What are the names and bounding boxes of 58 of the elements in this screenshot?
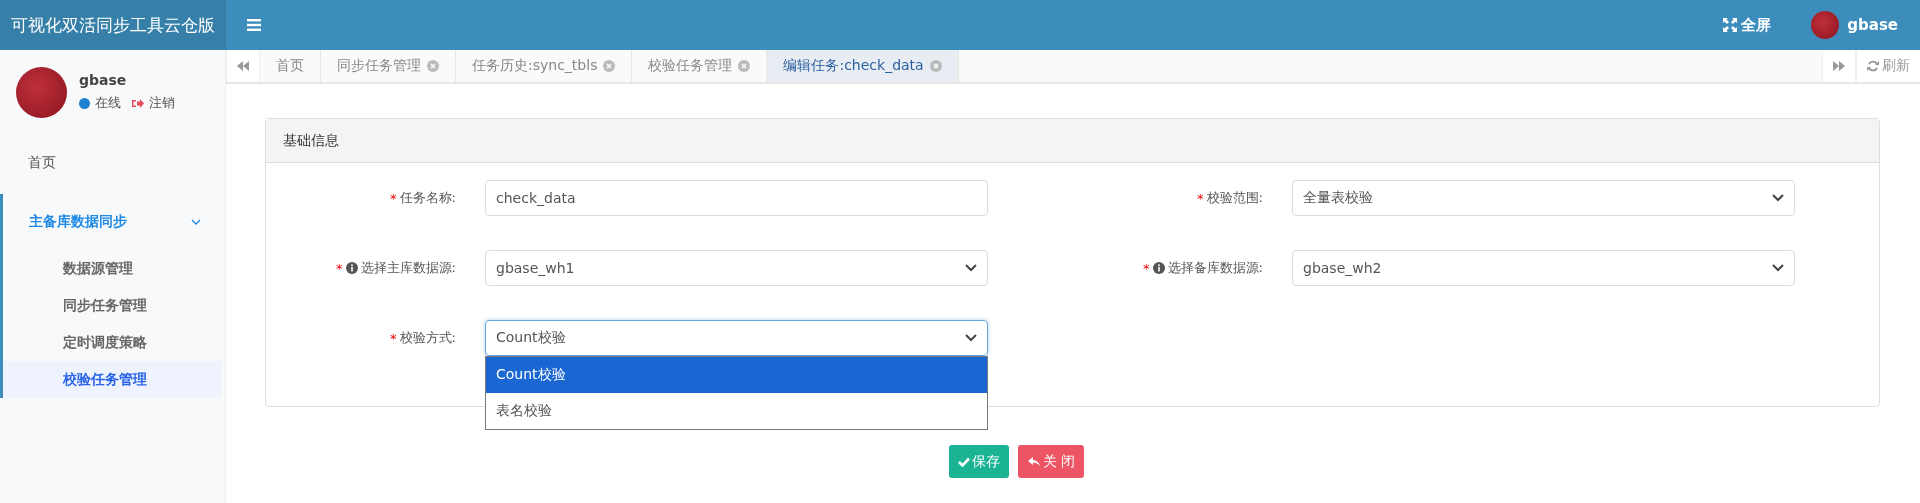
close-icon[interactable]	[427, 60, 439, 72]
submenu-item[interactable]: 校验任务管理	[3, 361, 221, 398]
chevron-icon	[191, 219, 201, 225]
submenu-item[interactable]: 定时调度策略	[3, 324, 221, 361]
chevron-icon	[965, 334, 977, 342]
dropdown-option[interactable]: Count校验	[486, 357, 987, 393]
close-icon[interactable]	[738, 60, 751, 72]
status-text: 在线	[95, 94, 121, 112]
fullscreen-link[interactable]: 全屏	[1741, 15, 1772, 35]
tab[interactable]: 首页	[260, 50, 321, 82]
text-input[interactable]: check_data	[485, 180, 988, 216]
field-label: * 校验范围:	[1196, 189, 1263, 207]
reply-arrow-icon	[1027, 456, 1041, 467]
check-icon	[958, 456, 970, 467]
avatar	[16, 66, 67, 118]
required-mark: *	[1143, 260, 1150, 276]
info-icon	[1152, 262, 1165, 274]
chevron-icon	[1772, 264, 1784, 272]
field-label: * 选择主库数据源:	[335, 259, 456, 277]
close-icon[interactable]	[603, 60, 616, 72]
user-name[interactable]: gbase	[1847, 16, 1898, 34]
required-mark: *	[390, 330, 397, 346]
close-icon[interactable]	[929, 60, 942, 72]
chevron-icon	[1772, 194, 1784, 202]
logout-icon	[132, 97, 144, 109]
scroll-right-button[interactable]	[1822, 50, 1856, 82]
avatar	[1811, 11, 1840, 39]
menu-group[interactable]: 主备库数据同步	[3, 194, 225, 250]
required-mark: *	[1197, 190, 1204, 206]
info-icon	[345, 262, 358, 274]
menu-item[interactable]: 首页	[0, 140, 225, 186]
panel-title: 基础信息	[266, 119, 1879, 163]
fast-forward-icon	[1833, 61, 1845, 71]
refresh-icon	[1867, 60, 1879, 72]
expand-icon	[1723, 18, 1738, 32]
app-title: 可视化双活同步工具云仓版	[0, 0, 226, 50]
chevron-icon	[965, 264, 977, 272]
rewind-icon	[237, 61, 249, 71]
close-button[interactable]: 关 闭	[1018, 445, 1085, 478]
submenu-item[interactable]: 同步任务管理	[3, 287, 221, 324]
select-field[interactable]: gbase_wh1	[485, 250, 988, 286]
scroll-left-button[interactable]	[226, 50, 260, 82]
required-mark: *	[390, 190, 397, 206]
refresh-button[interactable]: 刷新	[1856, 50, 1920, 82]
field-label: * 选择备库数据源:	[1142, 259, 1263, 277]
field-label: * 任务名称:	[389, 189, 456, 207]
user-name: gbase	[79, 72, 128, 88]
select-field[interactable]: gbase_wh2	[1292, 250, 1795, 286]
tab[interactable]: 任务历史:sync_tbls	[456, 50, 633, 82]
select-field[interactable]: Count校验	[485, 320, 988, 356]
tab[interactable]: 同步任务管理	[321, 50, 456, 82]
select-field[interactable]: 全量表校验	[1292, 180, 1795, 216]
logout-link[interactable]: 注销	[149, 94, 175, 112]
submenu-item[interactable]: 数据源管理	[3, 250, 221, 287]
required-mark: *	[336, 260, 343, 276]
tab[interactable]: 编辑任务:check_data	[767, 50, 959, 82]
status-dot	[79, 97, 90, 109]
field-label: * 校验方式:	[389, 329, 456, 347]
